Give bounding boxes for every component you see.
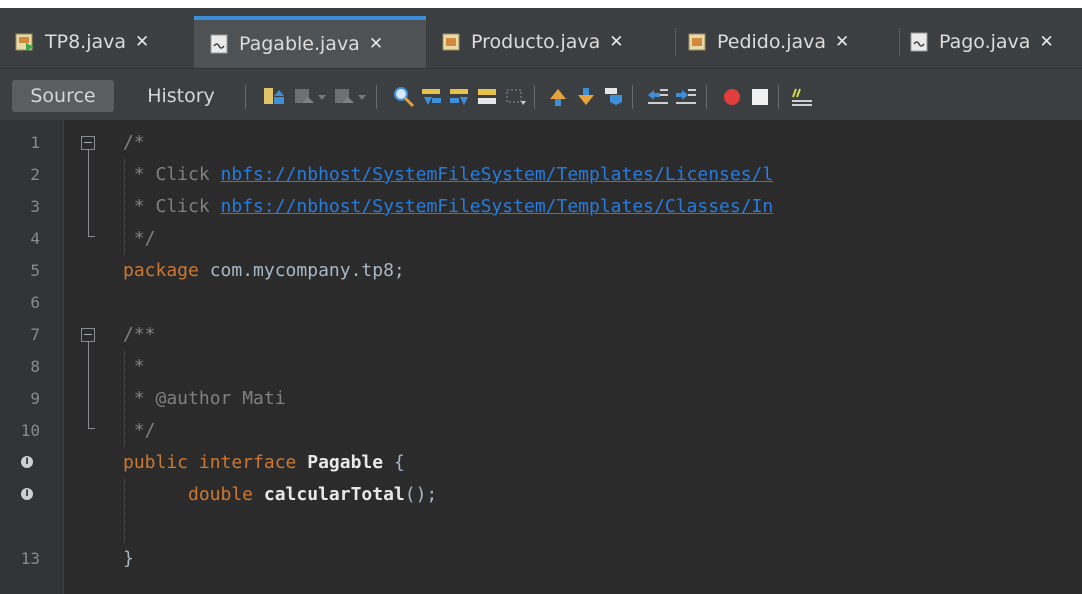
tab-tp8-java[interactable]: TP8.java ✕ [14, 16, 192, 68]
interface-annotation-icon[interactable]: I [21, 456, 33, 468]
brace: { [383, 452, 405, 473]
keyword: public interface [123, 452, 297, 473]
java-class-icon [440, 31, 462, 53]
tab-separator [899, 28, 900, 56]
previous-bookmark-icon[interactable] [546, 85, 570, 109]
code-line-10: */ [123, 420, 156, 441]
code-line-12: double calcularTotal(); [188, 479, 437, 511]
window-top-strip [0, 0, 1082, 8]
toolbar-separator [245, 85, 246, 109]
tab-label: Pago.java [939, 31, 1031, 53]
method-name: calcularTotal [253, 484, 405, 505]
tab-label: Pedido.java [717, 31, 827, 53]
keyword: double [188, 484, 254, 505]
editor-tab-bar: TP8.java ✕ Pagable.java ✕ Producto.java … [0, 8, 1082, 68]
code-line-13: } [123, 548, 134, 569]
package-name: com.mycompany.tp8; [198, 260, 405, 281]
code-line-11: public interface Pagable { [123, 447, 405, 479]
license-template-link[interactable]: nbfs://nbhost/SystemFileSystem/Templates… [221, 164, 774, 185]
forward-icon[interactable] [332, 85, 356, 109]
interface-name: Pagable [296, 452, 384, 473]
editor-toolbar: Source History [0, 68, 1082, 120]
line-number: 3 [30, 197, 40, 216]
code-line-3: * Click nbfs://nbhost/SystemFileSystem/T… [123, 191, 773, 223]
interface-annotation-icon[interactable]: I [21, 488, 33, 500]
tab-close-icon[interactable]: ✕ [835, 32, 849, 52]
tab-close-icon[interactable]: ✕ [369, 34, 383, 54]
tab-close-icon[interactable]: ✕ [609, 32, 623, 52]
line-number-gutter: 1 2 3 4 5 6 7 8 9 10 I I 13 [0, 120, 64, 594]
line-number: 6 [30, 293, 40, 312]
tab-close-icon[interactable]: ✕ [135, 32, 149, 52]
back-dropdown-icon[interactable] [316, 85, 328, 109]
line-number: 1 [30, 133, 40, 152]
toggle-rectangular-selection-icon[interactable] [504, 85, 528, 109]
next-bookmark-icon[interactable] [574, 85, 598, 109]
code-line-1: /* [123, 132, 145, 153]
tab-pedido-java[interactable]: Pedido.java ✕ [686, 16, 900, 68]
line-number: 13 [20, 549, 40, 568]
line-number: 7 [30, 325, 40, 344]
line-number: 10 [20, 421, 40, 440]
code-line-9: * @author Mati [123, 388, 286, 409]
class-template-link[interactable]: nbfs://nbhost/SystemFileSystem/Templates… [221, 196, 774, 217]
tab-pago-java[interactable]: Pago.java ✕ [908, 16, 1082, 68]
tab-separator [675, 28, 676, 56]
toolbar-separator [632, 85, 633, 109]
code-line-7: /** [123, 324, 156, 345]
keyword: package [123, 260, 199, 281]
tab-producto-java[interactable]: Producto.java ✕ [440, 16, 676, 68]
line-number: 9 [30, 389, 40, 408]
line-number: 8 [30, 357, 40, 376]
shift-line-right-icon[interactable] [674, 85, 698, 109]
line-number: 2 [30, 165, 40, 184]
find-next-icon[interactable] [448, 85, 472, 109]
fold-range-end [88, 428, 95, 429]
tab-close-icon[interactable]: ✕ [1039, 32, 1053, 52]
forward-dropdown-icon[interactable] [356, 85, 368, 109]
line-number: 4 [30, 229, 40, 248]
code-line-2: * Click nbfs://nbhost/SystemFileSystem/T… [123, 159, 773, 191]
line-number: 5 [30, 261, 40, 280]
toggle-comment-icon[interactable] [790, 85, 814, 109]
fold-range-end [88, 236, 95, 237]
method-params: (); [404, 484, 438, 505]
java-main-class-icon [14, 31, 36, 53]
code-line-8: * [123, 356, 145, 377]
fold-range-line [88, 150, 89, 236]
tab-pagable-java[interactable]: Pagable.java ✕ [194, 16, 426, 68]
fold-range-line [88, 342, 89, 428]
back-icon[interactable] [292, 85, 316, 109]
toggle-bookmark-icon[interactable] [602, 85, 626, 109]
start-macro-recording-icon[interactable] [720, 85, 744, 109]
toolbar-separator [534, 85, 535, 109]
code-editor[interactable]: 1 2 3 4 5 6 7 8 9 10 I I 13 /* * Click n… [0, 120, 1082, 594]
last-edit-icon[interactable] [262, 85, 286, 109]
fold-toggle-icon[interactable] [81, 136, 95, 150]
java-interface-icon [908, 31, 930, 53]
comment-text: * Click [123, 196, 221, 217]
find-selection-icon[interactable] [392, 85, 416, 109]
java-class-icon [686, 31, 708, 53]
toolbar-separator [706, 85, 707, 109]
history-button[interactable]: History [134, 80, 228, 112]
shift-line-left-icon[interactable] [646, 85, 670, 109]
toolbar-separator [376, 85, 377, 109]
comment-text: * Click [123, 164, 221, 185]
tab-label: TP8.java [45, 31, 127, 53]
toggle-highlight-search-icon[interactable] [476, 85, 500, 109]
indent-guide [124, 479, 126, 543]
find-previous-icon[interactable] [420, 85, 444, 109]
tab-label: Pagable.java [239, 33, 360, 55]
stop-macro-recording-icon[interactable] [748, 85, 772, 109]
code-line-4: */ [123, 228, 156, 249]
source-button[interactable]: Source [12, 80, 114, 112]
tab-label: Producto.java [471, 31, 601, 53]
code-line-5: package com.mycompany.tp8; [123, 255, 405, 287]
java-interface-icon [208, 33, 230, 55]
toolbar-separator [778, 85, 779, 109]
fold-toggle-icon[interactable] [81, 328, 95, 342]
